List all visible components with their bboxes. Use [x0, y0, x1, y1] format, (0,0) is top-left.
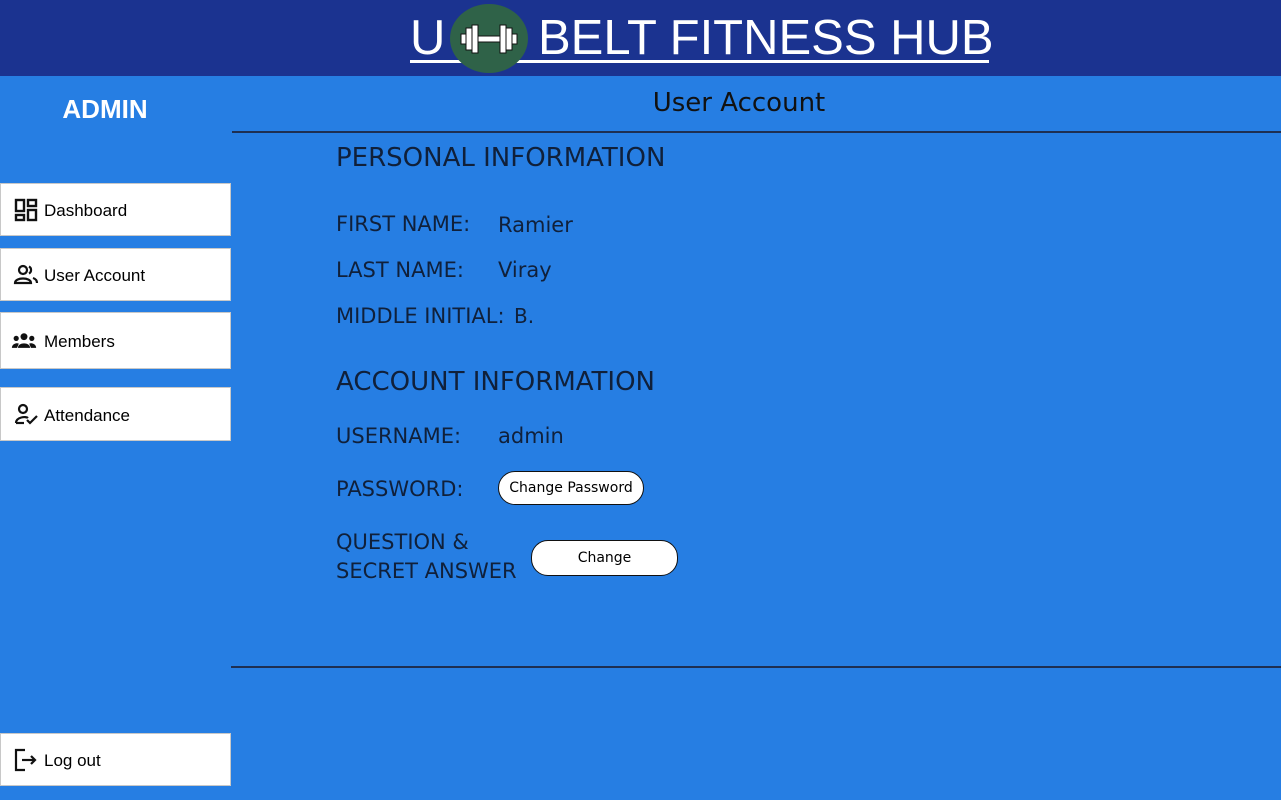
attendance-icon — [14, 403, 38, 425]
first-name-label: FIRST NAME: — [336, 212, 471, 236]
change-password-button[interactable]: Change Password — [498, 471, 644, 505]
page-title: User Account — [652, 88, 826, 118]
title-divider — [232, 131, 1281, 133]
sidebar-item-label: Dashboard — [44, 201, 128, 220]
account-info-heading: ACCOUNT INFORMATION — [336, 367, 655, 397]
logout-label: Log out — [44, 751, 101, 770]
role-label: ADMIN — [62, 94, 148, 124]
username-label: USERNAME: — [336, 424, 462, 448]
middle-initial-label: MIDDLE INITIAL: — [336, 304, 505, 328]
top-bar: U BELT FITNESS HUB — [0, 0, 1281, 76]
dumbbell-icon — [460, 24, 518, 54]
last-name-value: Viray — [498, 258, 552, 282]
content-bottom-divider — [231, 666, 1281, 668]
password-label: PASSWORD: — [336, 477, 464, 501]
sidebar-item-members[interactable]: Members — [0, 312, 231, 369]
change-question-button[interactable]: Change — [531, 540, 678, 576]
brand-title-part2: BELT FITNESS HUB — [538, 11, 994, 65]
question-label-line1: QUESTION & — [336, 530, 469, 554]
sidebar-item-label: Attendance — [44, 406, 131, 425]
first-name-value: Ramier — [498, 213, 573, 237]
user-account-icon — [13, 264, 39, 285]
sidebar-item-attendance[interactable]: Attendance — [0, 387, 231, 441]
members-icon — [11, 333, 37, 348]
question-label-line2: SECRET ANSWER — [336, 559, 517, 583]
sidebar-item-label: User Account — [44, 266, 146, 285]
sidebar-item-label: Members — [44, 332, 115, 351]
logout-icon — [14, 748, 37, 772]
middle-initial-value: B. — [514, 304, 535, 328]
last-name-label: LAST NAME: — [336, 258, 464, 282]
sidebar-item-dashboard[interactable]: Dashboard — [0, 183, 231, 236]
dashboard-icon — [14, 198, 38, 222]
username-value: admin — [498, 424, 564, 448]
sidebar-item-user-account[interactable]: User Account — [0, 248, 231, 301]
brand-title-part1: U — [410, 11, 446, 65]
logout-button[interactable]: Log out — [0, 733, 231, 786]
brand-logo — [450, 4, 528, 73]
personal-info-heading: PERSONAL INFORMATION — [336, 143, 666, 173]
